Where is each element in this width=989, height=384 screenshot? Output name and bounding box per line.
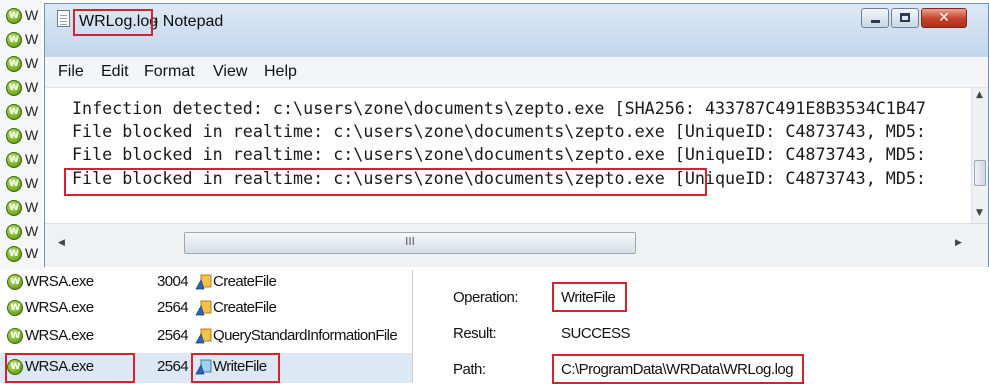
event-row-selected[interactable]: W WRSA.exe 2564 WriteFile [0,353,412,383]
process-name-fragment: W [25,55,39,71]
log-line: File blocked in realtime: c:\users\zone\… [72,121,926,141]
operation-name: CreateFile [213,299,277,316]
menu-edit[interactable]: Edit [101,63,129,81]
log-line: File blocked in realtime: c:\users\zone\… [72,168,926,188]
webroot-w-icon: W [6,80,22,96]
process-name: WRSA.exe [25,299,94,316]
webroot-w-icon: W [7,328,23,344]
process-name: WRSA.exe [25,273,94,290]
webroot-w-icon: W [6,104,22,120]
webroot-w-icon: W [7,300,23,316]
event-row[interactable]: W WRSA.exe 3004 CreateFile [0,270,412,295]
result-label: Result: [453,325,497,342]
process-id: 2564 [157,358,189,375]
notepad-window: WRLog.log - Notepad ✕ File Edit Format V… [44,3,989,267]
minimize-icon [871,20,880,23]
filesystem-op-icon [195,300,212,316]
menu-view[interactable]: View [213,63,247,81]
process-name-fragment: W [25,175,39,191]
maximize-icon [900,13,910,22]
process-name-fragment: W [25,103,39,119]
webroot-w-icon: W [7,359,23,375]
horizontal-scrollbar[interactable]: ◀ III ▶ [45,223,988,267]
operation-name: QueryStandardInformationFile [213,327,398,344]
process-name-fragment: W [25,127,39,143]
process-list-partial: W W W W W W W W W W W W W W W W W W W W … [0,0,42,270]
operation-label: Operation: [453,289,519,306]
process-id: 2564 [157,327,189,344]
process-id: 3004 [157,273,189,290]
webroot-w-icon: W [6,56,22,72]
operation-value: WriteFile [561,289,616,306]
process-name-fragment: W [25,79,39,95]
path-value: C:\ProgramData\WRData\WRLog.log [561,361,794,378]
vertical-scroll-thumb[interactable] [974,160,986,186]
webroot-w-icon: W [7,274,23,290]
event-row[interactable]: W WRSA.exe 2564 CreateFile [0,296,412,321]
operation-name: CreateFile [213,273,277,290]
minimize-button[interactable] [861,8,889,28]
process-name-fragment: W [25,199,39,215]
menu-file[interactable]: File [58,63,84,81]
close-icon: ✕ [938,10,950,26]
scroll-left-icon[interactable]: ◀ [58,238,65,248]
close-button[interactable]: ✕ [921,8,967,28]
scroll-up-icon[interactable]: ▲ [976,90,983,100]
result-value: SUCCESS [561,325,631,342]
scroll-right-icon[interactable]: ▶ [955,238,962,248]
webroot-w-icon: W [6,224,22,240]
event-row[interactable]: W WRSA.exe 2564 QueryStandardInformation… [0,324,412,349]
webroot-w-icon: W [6,200,22,216]
webroot-w-icon: W [6,152,22,168]
window-title-app: - Notepad [153,13,224,30]
log-line: File blocked in realtime: c:\users\zone\… [72,144,926,164]
operation-name: WriteFile [213,358,267,375]
scroll-down-icon[interactable]: ▼ [976,208,983,218]
maximize-button[interactable] [891,8,919,28]
menu-help[interactable]: Help [264,63,297,81]
process-name: WRSA.exe [25,358,94,375]
notepad-icon [57,10,70,27]
webroot-w-icon: W [6,8,22,24]
event-properties: Operation: WriteFile Result: SUCCESS Pat… [413,270,989,384]
process-name-fragment: W [25,31,39,47]
process-name: WRSA.exe [25,327,94,344]
process-name-fragment: W [25,245,39,261]
window-title-filename: WRLog.log [79,13,159,30]
filesystem-op-icon [195,359,212,375]
filesystem-op-icon [195,328,212,344]
process-name-fragment: W [25,7,39,23]
event-list: W WRSA.exe 3004 CreateFile W WRSA.exe 25… [0,270,413,383]
scroll-grip: III [405,235,415,248]
filesystem-op-icon [195,274,212,290]
title-bar[interactable]: WRLog.log - Notepad ✕ [45,4,988,57]
webroot-w-icon: W [6,32,22,48]
menu-bar: File Edit Format View Help [45,57,988,88]
menu-format[interactable]: Format [144,63,195,81]
webroot-w-icon: W [6,246,22,262]
webroot-w-icon: W [6,176,22,192]
horizontal-scroll-thumb[interactable]: III [184,232,636,254]
process-name-fragment: W [25,223,39,239]
log-line: Infection detected: c:\users\zone\docume… [72,98,926,118]
path-label: Path: [453,361,486,378]
process-id: 2564 [157,299,189,316]
vertical-scrollbar[interactable]: ▲ ▼ [971,88,988,223]
text-editor[interactable]: Infection detected: c:\users\zone\docume… [45,88,988,223]
webroot-w-icon: W [6,128,22,144]
process-name-fragment: W [25,151,39,167]
